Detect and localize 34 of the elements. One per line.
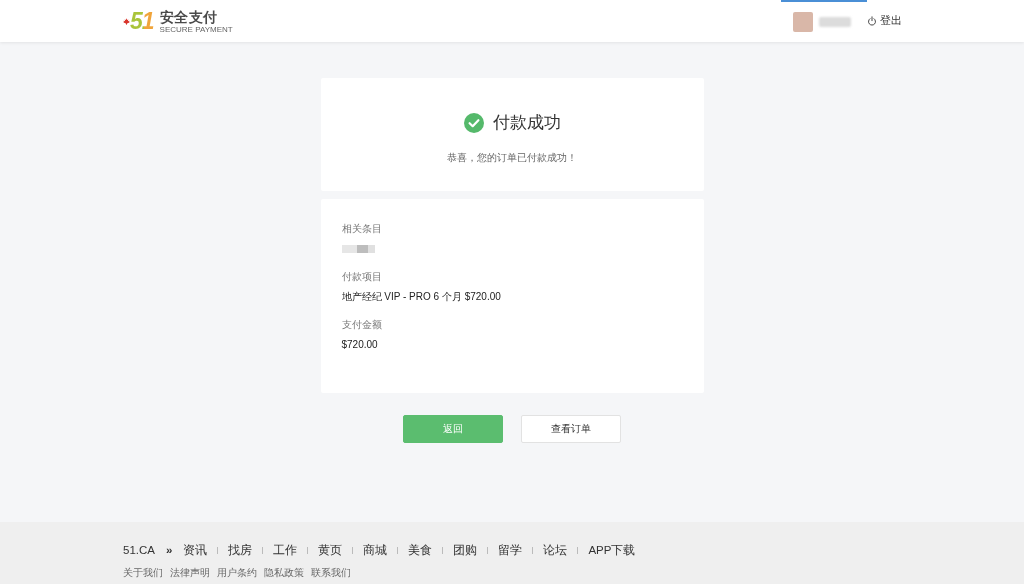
logo-name: 安全支付 (159, 8, 219, 25)
footer-info-link[interactable]: 法律声明 (170, 566, 210, 580)
success-check-icon (463, 113, 484, 133)
avatar-placeholder (793, 12, 813, 32)
footer-nav-link[interactable]: 找房 (228, 542, 253, 558)
logout-button[interactable]: 登出 (867, 14, 902, 28)
footer-info-link[interactable]: 用户条约 (217, 566, 257, 580)
success-message: 恭喜，您的订单已付款成功！ (447, 151, 577, 165)
footer-nav-link[interactable]: 团购 (453, 542, 478, 558)
detail-label: 相关条目 (341, 222, 382, 236)
breadcrumb-separator: » (165, 544, 173, 556)
footer-nav-link[interactable]: 论坛 (543, 542, 568, 558)
detail-label: 支付金额 (341, 318, 382, 332)
footer-nav-link[interactable]: 商城 (363, 542, 388, 558)
blurred-value (341, 245, 375, 253)
footer-nav-link[interactable]: APP下载 (588, 542, 636, 558)
blurred-username (819, 17, 851, 27)
success-title: 付款成功 (492, 112, 561, 134)
footer-nav-link[interactable]: 黄页 (318, 542, 343, 558)
detail-label: 付款项目 (341, 270, 382, 284)
footer-nav-link[interactable]: 美食 (408, 542, 433, 558)
logo-tagline: SECURE PAYMENT (159, 24, 233, 34)
footer-info-link[interactable]: 隐私政策 (264, 566, 304, 580)
power-icon (867, 16, 877, 26)
footer-info-link[interactable]: 联系我们 (311, 566, 351, 580)
detail-value: 地产经纪 VIP - PRO 6 个月 $720.00 (341, 290, 501, 304)
leaf-icon (123, 17, 130, 25)
footer-brand-link[interactable]: 51.CA (123, 544, 155, 556)
footer-nav-link[interactable]: 资讯 (183, 542, 208, 558)
detail-value: $720.00 (341, 338, 378, 352)
footer-nav-link[interactable]: 留学 (498, 542, 523, 558)
footer-info-link[interactable]: 关于我们 (123, 566, 163, 580)
footer-nav-link[interactable]: 工作 (273, 542, 298, 558)
view-order-button[interactable]: 查看订单 (521, 415, 621, 443)
